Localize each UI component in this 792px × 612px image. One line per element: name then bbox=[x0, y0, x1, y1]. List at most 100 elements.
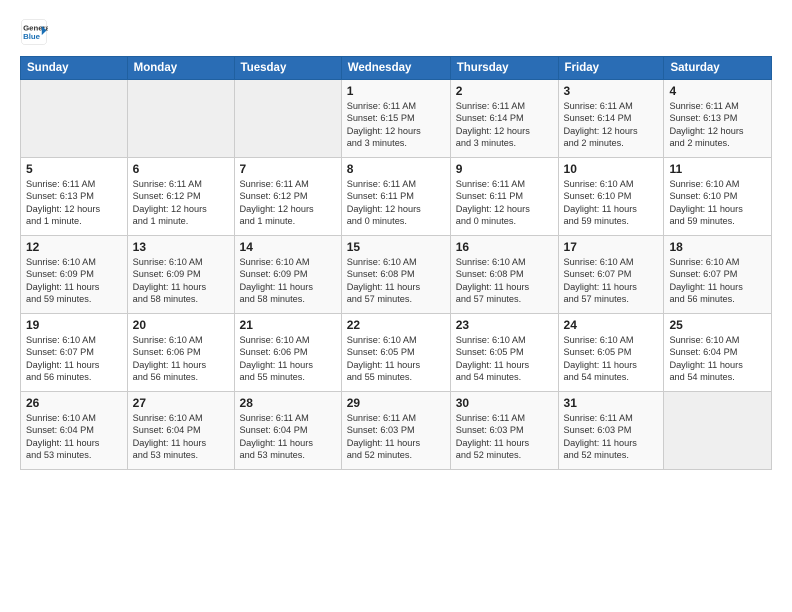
day-info: Sunrise: 6:11 AM Sunset: 6:14 PM Dayligh… bbox=[564, 100, 659, 150]
calendar-cell: 27 Sunrise: 6:10 AM Sunset: 6:04 PM Dayli… bbox=[127, 392, 234, 470]
day-info: Sunrise: 6:10 AM Sunset: 6:05 PM Dayligh… bbox=[456, 334, 553, 384]
week-row-2: 5 Sunrise: 6:11 AM Sunset: 6:13 PM Daylig… bbox=[21, 158, 772, 236]
calendar-cell: 29Sunrise: 6:11 AM Sunset: 6:03 PM Dayli… bbox=[341, 392, 450, 470]
weekday-header-friday: Friday bbox=[558, 57, 664, 80]
day-number: 16 bbox=[456, 240, 553, 254]
day-number: 13 bbox=[133, 240, 229, 254]
day-info: Sunrise: 6:10 AM Sunset: 6:05 PM Dayligh… bbox=[564, 334, 659, 384]
calendar-cell: 20Sunrise: 6:10 AM Sunset: 6:06 PM Dayli… bbox=[127, 314, 234, 392]
calendar: SundayMondayTuesdayWednesdayThursdayFrid… bbox=[20, 56, 772, 470]
day-number: 4 bbox=[669, 84, 766, 98]
day-info: Sunrise: 6:10 AM Sunset: 6:09 PM Dayligh… bbox=[240, 256, 336, 306]
day-info: Sunrise: 6:10 AM Sunset: 6:10 PM Dayligh… bbox=[669, 178, 766, 228]
calendar-cell: 26 Sunrise: 6:10 AM Sunset: 6:04 PM Dayli… bbox=[21, 392, 128, 470]
calendar-cell: 14Sunrise: 6:10 AM Sunset: 6:09 PM Dayli… bbox=[234, 236, 341, 314]
calendar-cell bbox=[127, 80, 234, 158]
calendar-cell: 11 Sunrise: 6:10 AM Sunset: 6:10 PM Dayli… bbox=[664, 158, 772, 236]
calendar-cell: 1 Sunrise: 6:11 AM Sunset: 6:15 PM Daylig… bbox=[341, 80, 450, 158]
day-number: 9 bbox=[456, 162, 553, 176]
day-number: 31 bbox=[564, 396, 659, 410]
day-info: Sunrise: 6:11 AM Sunset: 6:13 PM Dayligh… bbox=[26, 178, 122, 228]
page: General Blue SundayMondayTuesdayWednesda… bbox=[0, 0, 792, 612]
weekday-header-row: SundayMondayTuesdayWednesdayThursdayFrid… bbox=[21, 57, 772, 80]
calendar-cell: 18 Sunrise: 6:10 AM Sunset: 6:07 PM Dayli… bbox=[664, 236, 772, 314]
day-number: 15 bbox=[347, 240, 445, 254]
calendar-cell: 5 Sunrise: 6:11 AM Sunset: 6:13 PM Daylig… bbox=[21, 158, 128, 236]
day-number: 18 bbox=[669, 240, 766, 254]
day-info: Sunrise: 6:10 AM Sunset: 6:07 PM Dayligh… bbox=[26, 334, 122, 384]
calendar-cell: 23Sunrise: 6:10 AM Sunset: 6:05 PM Dayli… bbox=[450, 314, 558, 392]
calendar-cell: 17Sunrise: 6:10 AM Sunset: 6:07 PM Dayli… bbox=[558, 236, 664, 314]
weekday-header-saturday: Saturday bbox=[664, 57, 772, 80]
week-row-5: 26 Sunrise: 6:10 AM Sunset: 6:04 PM Dayli… bbox=[21, 392, 772, 470]
day-number: 29 bbox=[347, 396, 445, 410]
day-info: Sunrise: 6:11 AM Sunset: 6:04 PM Dayligh… bbox=[240, 412, 336, 462]
day-info: Sunrise: 6:11 AM Sunset: 6:15 PM Dayligh… bbox=[347, 100, 445, 150]
calendar-cell bbox=[664, 392, 772, 470]
calendar-cell: 12 Sunrise: 6:10 AM Sunset: 6:09 PM Dayli… bbox=[21, 236, 128, 314]
day-info: Sunrise: 6:10 AM Sunset: 6:06 PM Dayligh… bbox=[240, 334, 336, 384]
day-number: 27 bbox=[133, 396, 229, 410]
day-number: 22 bbox=[347, 318, 445, 332]
day-number: 21 bbox=[240, 318, 336, 332]
calendar-cell: 22 Sunrise: 6:10 AM Sunset: 6:05 PM Dayli… bbox=[341, 314, 450, 392]
calendar-cell: 10 Sunrise: 6:10 AM Sunset: 6:10 PM Dayli… bbox=[558, 158, 664, 236]
week-row-4: 19 Sunrise: 6:10 AM Sunset: 6:07 PM Dayli… bbox=[21, 314, 772, 392]
day-info: Sunrise: 6:10 AM Sunset: 6:07 PM Dayligh… bbox=[669, 256, 766, 306]
logo-icon: General Blue bbox=[20, 18, 48, 46]
day-number: 1 bbox=[347, 84, 445, 98]
day-number: 19 bbox=[26, 318, 122, 332]
calendar-cell: 24 Sunrise: 6:10 AM Sunset: 6:05 PM Dayli… bbox=[558, 314, 664, 392]
day-number: 10 bbox=[564, 162, 659, 176]
day-info: Sunrise: 6:10 AM Sunset: 6:09 PM Dayligh… bbox=[133, 256, 229, 306]
calendar-cell bbox=[234, 80, 341, 158]
day-info: Sunrise: 6:11 AM Sunset: 6:11 PM Dayligh… bbox=[456, 178, 553, 228]
day-info: Sunrise: 6:11 AM Sunset: 6:12 PM Dayligh… bbox=[133, 178, 229, 228]
day-number: 12 bbox=[26, 240, 122, 254]
day-info: Sunrise: 6:11 AM Sunset: 6:12 PM Dayligh… bbox=[240, 178, 336, 228]
header: General Blue bbox=[20, 18, 772, 46]
calendar-cell: 30Sunrise: 6:11 AM Sunset: 6:03 PM Dayli… bbox=[450, 392, 558, 470]
calendar-cell: 8Sunrise: 6:11 AM Sunset: 6:11 PM Daylig… bbox=[341, 158, 450, 236]
day-info: Sunrise: 6:10 AM Sunset: 6:10 PM Dayligh… bbox=[564, 178, 659, 228]
day-number: 8 bbox=[347, 162, 445, 176]
calendar-cell: 9 Sunrise: 6:11 AM Sunset: 6:11 PM Daylig… bbox=[450, 158, 558, 236]
calendar-cell: 21 Sunrise: 6:10 AM Sunset: 6:06 PM Dayli… bbox=[234, 314, 341, 392]
calendar-cell: 31 Sunrise: 6:11 AM Sunset: 6:03 PM Dayli… bbox=[558, 392, 664, 470]
day-number: 20 bbox=[133, 318, 229, 332]
day-number: 6 bbox=[133, 162, 229, 176]
calendar-cell bbox=[21, 80, 128, 158]
day-number: 17 bbox=[564, 240, 659, 254]
day-info: Sunrise: 6:10 AM Sunset: 6:04 PM Dayligh… bbox=[669, 334, 766, 384]
day-number: 11 bbox=[669, 162, 766, 176]
day-info: Sunrise: 6:10 AM Sunset: 6:04 PM Dayligh… bbox=[133, 412, 229, 462]
calendar-cell: 2Sunrise: 6:11 AM Sunset: 6:14 PM Daylig… bbox=[450, 80, 558, 158]
day-info: Sunrise: 6:10 AM Sunset: 6:05 PM Dayligh… bbox=[347, 334, 445, 384]
calendar-cell: 15Sunrise: 6:10 AM Sunset: 6:08 PM Dayli… bbox=[341, 236, 450, 314]
weekday-header-sunday: Sunday bbox=[21, 57, 128, 80]
calendar-cell: 7Sunrise: 6:11 AM Sunset: 6:12 PM Daylig… bbox=[234, 158, 341, 236]
calendar-cell: 16 Sunrise: 6:10 AM Sunset: 6:08 PM Dayli… bbox=[450, 236, 558, 314]
calendar-cell: 25Sunrise: 6:10 AM Sunset: 6:04 PM Dayli… bbox=[664, 314, 772, 392]
week-row-1: 1 Sunrise: 6:11 AM Sunset: 6:15 PM Daylig… bbox=[21, 80, 772, 158]
day-info: Sunrise: 6:11 AM Sunset: 6:13 PM Dayligh… bbox=[669, 100, 766, 150]
calendar-cell: 4 Sunrise: 6:11 AM Sunset: 6:13 PM Daylig… bbox=[664, 80, 772, 158]
day-number: 26 bbox=[26, 396, 122, 410]
day-info: Sunrise: 6:11 AM Sunset: 6:03 PM Dayligh… bbox=[456, 412, 553, 462]
day-info: Sunrise: 6:10 AM Sunset: 6:04 PM Dayligh… bbox=[26, 412, 122, 462]
day-number: 5 bbox=[26, 162, 122, 176]
day-number: 24 bbox=[564, 318, 659, 332]
weekday-header-monday: Monday bbox=[127, 57, 234, 80]
day-number: 2 bbox=[456, 84, 553, 98]
day-number: 3 bbox=[564, 84, 659, 98]
day-info: Sunrise: 6:10 AM Sunset: 6:09 PM Dayligh… bbox=[26, 256, 122, 306]
day-info: Sunrise: 6:11 AM Sunset: 6:03 PM Dayligh… bbox=[564, 412, 659, 462]
calendar-cell: 6 Sunrise: 6:11 AM Sunset: 6:12 PM Daylig… bbox=[127, 158, 234, 236]
calendar-cell: 3 Sunrise: 6:11 AM Sunset: 6:14 PM Daylig… bbox=[558, 80, 664, 158]
weekday-header-thursday: Thursday bbox=[450, 57, 558, 80]
day-info: Sunrise: 6:10 AM Sunset: 6:08 PM Dayligh… bbox=[456, 256, 553, 306]
day-number: 28 bbox=[240, 396, 336, 410]
weekday-header-tuesday: Tuesday bbox=[234, 57, 341, 80]
calendar-cell: 13 Sunrise: 6:10 AM Sunset: 6:09 PM Dayli… bbox=[127, 236, 234, 314]
weekday-header-wednesday: Wednesday bbox=[341, 57, 450, 80]
